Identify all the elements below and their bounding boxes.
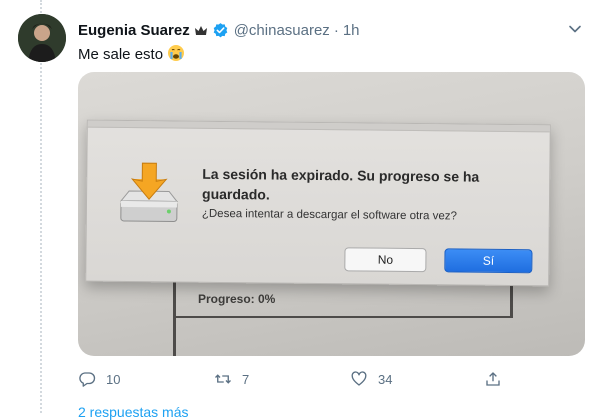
dialog-title: La sesión ha expirado. Su progreso se ha… — [202, 165, 480, 203]
background-line — [173, 316, 513, 318]
retweet-action[interactable]: 7 — [214, 370, 249, 388]
tweet-actions: 10 7 34 — [78, 370, 518, 390]
verified-icon — [212, 22, 229, 39]
reply-action[interactable]: 10 — [78, 370, 120, 388]
show-more-replies-link[interactable]: 2 respuestas más — [78, 404, 189, 420]
retweet-count: 7 — [242, 371, 250, 387]
author-name[interactable]: Eugenia Suarez — [78, 22, 190, 39]
background-progress-label: Progreso: 0% — [198, 292, 276, 306]
tweet-time[interactable]: 1h — [343, 22, 360, 39]
separator-dot: · — [333, 22, 339, 39]
crown-badge-icon — [194, 24, 208, 38]
tweet-text: Me sale esto — [78, 44, 185, 63]
like-count: 34 — [378, 371, 393, 387]
retweet-icon — [215, 374, 231, 384]
author-handle[interactable]: @chinasuarez — [234, 22, 330, 39]
dialog-message: ¿Desea intentar a descargar el software … — [201, 207, 457, 223]
tweet-photo[interactable]: Progreso: 0% La sesión ha expirado. Su p… — [78, 72, 585, 356]
drive-download-icon — [115, 161, 184, 232]
reply-count: 10 — [106, 371, 121, 387]
crying-face-emoji-icon — [167, 44, 185, 62]
share-action[interactable] — [484, 370, 512, 388]
tweet-header: Eugenia Suarez @chinasuarez · 1h — [78, 22, 360, 39]
chevron-down-icon[interactable] — [566, 20, 584, 38]
reply-icon — [79, 372, 96, 387]
heart-icon — [351, 371, 367, 386]
yes-button: Sí — [444, 248, 533, 274]
avatar[interactable] — [18, 14, 66, 62]
tweet-text-content: Me sale esto — [78, 46, 164, 63]
dialog-titlebar — [87, 120, 550, 133]
share-icon — [486, 372, 500, 386]
like-action[interactable]: 34 — [350, 370, 392, 388]
no-button: No — [344, 247, 427, 273]
expired-session-dialog: La sesión ha expirado. Su progreso se ha… — [85, 119, 551, 287]
